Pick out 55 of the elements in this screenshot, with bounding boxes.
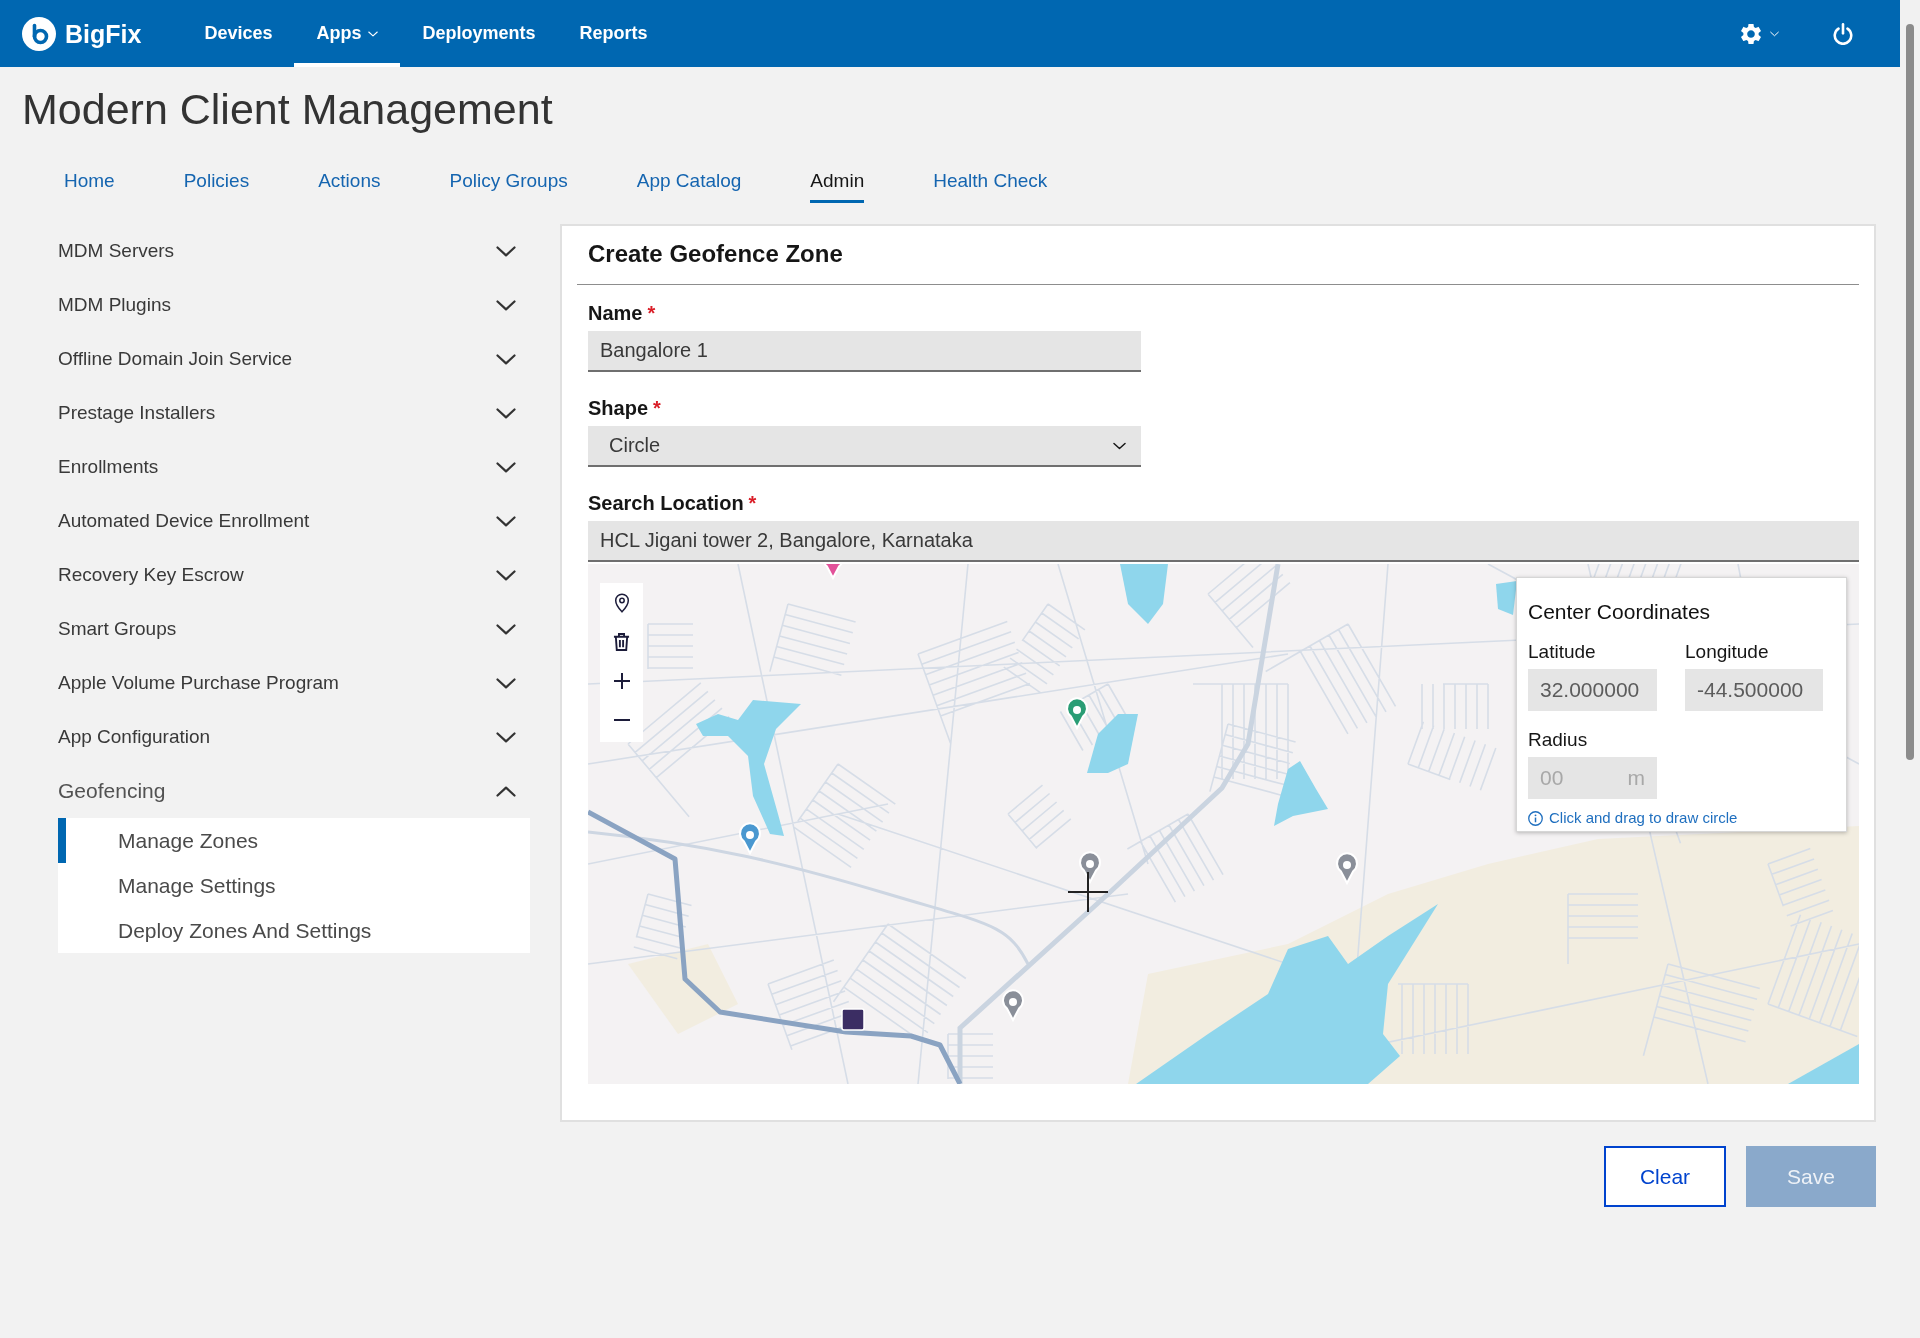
sidebar-item[interactable]: Prestage Installers bbox=[58, 386, 530, 440]
sidebar-subitem[interactable]: Manage Settings bbox=[58, 863, 530, 908]
chevron-down-icon bbox=[1113, 441, 1126, 450]
required-asterisk: * bbox=[647, 301, 656, 325]
sidebar-item[interactable]: MDM Servers bbox=[58, 224, 530, 278]
tab[interactable]: Health Check bbox=[933, 169, 1048, 203]
tab[interactable]: Policies bbox=[183, 169, 250, 203]
field-label: Shape bbox=[588, 396, 649, 420]
hint-text: Click and drag to draw circle bbox=[1549, 809, 1738, 827]
unit-label: m bbox=[1623, 757, 1657, 799]
sidebar-item[interactable]: Automated Device Enrollment bbox=[58, 494, 530, 548]
tab[interactable]: Admin bbox=[810, 169, 865, 203]
nav-link[interactable]: Devices bbox=[182, 0, 295, 67]
logo-text: BigFix bbox=[65, 18, 142, 49]
sidebar-item[interactable]: Enrollments bbox=[58, 440, 530, 494]
required-asterisk: * bbox=[748, 491, 757, 515]
field-label: Search Location bbox=[588, 491, 744, 515]
logo-icon bbox=[22, 16, 56, 51]
form-title: Create Geofence Zone bbox=[588, 240, 843, 267]
sidebar-subitem[interactable]: Deploy Zones And Settings bbox=[58, 908, 530, 953]
gear-icon[interactable] bbox=[1741, 23, 1761, 44]
field-label: Radius bbox=[1528, 728, 1589, 752]
sidebar-item[interactable]: Geofencing bbox=[58, 764, 530, 818]
panel-title: Center Coordinates bbox=[1528, 600, 1712, 624]
map-pin-icon[interactable] bbox=[613, 592, 630, 613]
nav-link[interactable]: Deployments bbox=[400, 0, 558, 67]
minus-icon[interactable] bbox=[613, 718, 630, 721]
required-asterisk: * bbox=[653, 396, 661, 420]
dropdown[interactable]: Circle bbox=[588, 426, 1141, 467]
tab[interactable]: Actions bbox=[318, 169, 381, 203]
search-input[interactable]: HCL Jigani tower 2, Bangalore, Karnataka bbox=[588, 521, 1859, 562]
field-label: Longitude bbox=[1685, 640, 1770, 664]
scrollbar-thumb[interactable] bbox=[1906, 24, 1914, 760]
field-label: Name bbox=[588, 301, 643, 325]
sidebar-item[interactable]: Apple Volume Purchase Program bbox=[58, 656, 530, 710]
secondary-button[interactable]: Clear bbox=[1604, 1146, 1726, 1207]
plus-icon[interactable] bbox=[613, 672, 630, 689]
sidebar-item[interactable]: Smart Groups bbox=[58, 602, 530, 656]
sidebar-item[interactable]: Recovery Key Escrow bbox=[58, 548, 530, 602]
tab[interactable]: Home bbox=[64, 169, 115, 203]
sidebar-item[interactable]: MDM Plugins bbox=[58, 278, 530, 332]
nav-link[interactable]: Apps bbox=[294, 0, 401, 67]
tab[interactable]: Policy Groups bbox=[449, 169, 568, 203]
nav-link[interactable]: Reports bbox=[557, 0, 670, 67]
page-title: Modern Client Management bbox=[22, 84, 553, 135]
tab[interactable]: App Catalog bbox=[636, 169, 742, 203]
field-label: Latitude bbox=[1528, 640, 1597, 664]
trash-icon[interactable] bbox=[613, 631, 630, 652]
caret-icon[interactable] bbox=[1770, 30, 1779, 37]
power-icon[interactable] bbox=[1833, 22, 1853, 45]
sidebar-item[interactable]: App Configuration bbox=[58, 710, 530, 764]
info-icon bbox=[1528, 810, 1543, 826]
sidebar-subitem[interactable]: Manage Zones bbox=[58, 818, 530, 863]
text-input[interactable]: Bangalore 1 bbox=[588, 331, 1141, 372]
sidebar-item[interactable]: Offline Domain Join Service bbox=[58, 332, 530, 386]
